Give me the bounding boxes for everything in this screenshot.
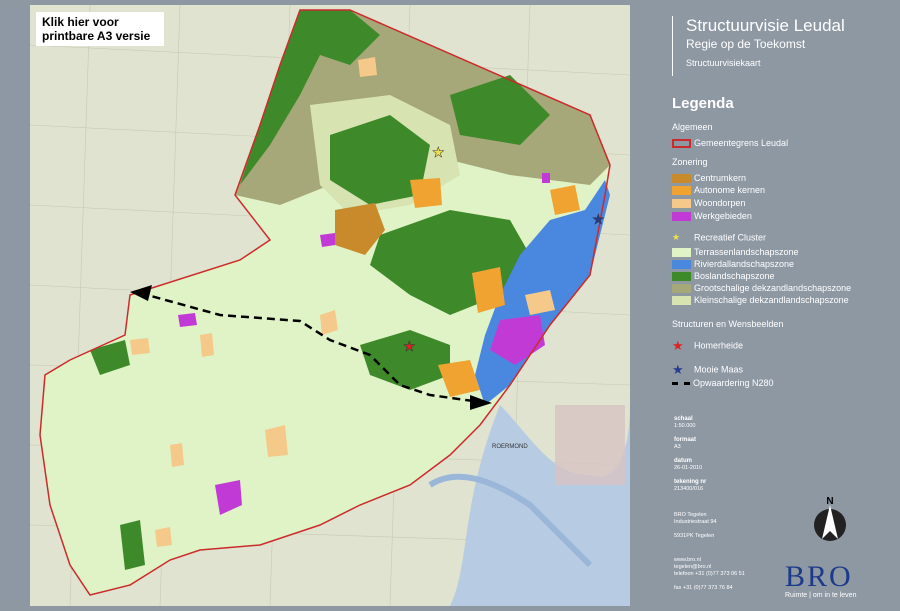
legend-label: Boslandschapszone (694, 271, 775, 281)
legend-label: Werkgebieden (694, 211, 752, 221)
legend-label: Woondorpen (694, 198, 746, 208)
legend-swatch (672, 260, 691, 270)
legend-label: Autonome kernen (694, 185, 766, 195)
woondorp-2 (200, 333, 214, 357)
legend-swatch (672, 296, 691, 306)
legend-swatch (672, 272, 691, 282)
print-a3-link[interactable]: Klik hier voor printbare A3 versie (36, 12, 164, 46)
legend-swatch (672, 212, 691, 222)
bro-logo[interactable]: BRO Ruimte | om in te leven (785, 560, 885, 608)
legend-label: Recreatief Cluster (694, 232, 767, 243)
legend-item: ★ Mooie Maas (672, 362, 744, 377)
legend-swatch (672, 199, 691, 209)
dashed-line-icon (672, 382, 690, 386)
legend-swatch (672, 139, 691, 149)
legend-section-zonering: Zonering (672, 157, 708, 167)
meta-value: A3 (674, 444, 681, 450)
meta-value: 26-01-2010 (674, 465, 703, 471)
werkgebied-3 (320, 233, 335, 247)
logo-text: BRO (785, 560, 853, 593)
legend-label: Rivierdallandschapszone (694, 259, 795, 269)
title-separator (672, 16, 673, 76)
autonome-kern-1 (410, 178, 442, 208)
legend-section-algemeen: Algemeen (672, 122, 713, 132)
roermond-label: ROERMOND (492, 444, 528, 450)
woondorp-3 (265, 425, 288, 457)
legend-label: Opwaardering N280 (693, 378, 774, 388)
recreatief-cluster-star: ★ (432, 144, 445, 160)
legend-section-structuren: Structuren en Wensbeelden (672, 319, 784, 329)
star-icon: ★ (672, 362, 684, 377)
star-icon: ★ (672, 232, 681, 242)
meta-value: 213400/016 (674, 486, 704, 492)
legend-item: ★ Homerheide (672, 338, 744, 353)
legend-item: Autonome kernen (672, 185, 765, 196)
legend-label: Terrassenlandschapszone (694, 247, 799, 257)
legend-item: Kleinschalige dekzandlandschapszone (672, 295, 849, 306)
legend-item: Terrassenlandschapszone (672, 247, 799, 258)
star-icon: ★ (672, 338, 684, 353)
map-type: Structuurvisiekaart (686, 58, 761, 68)
woondorp-8 (358, 57, 377, 77)
legend-label: Gemeentegrens Leudal (694, 138, 789, 148)
legend-item: Rivierdallandschapszone (672, 259, 794, 270)
contact-fax: fax +31 (0)77 373 76 84 (674, 585, 733, 591)
autonome-kern-4 (550, 185, 580, 215)
legend-item: Grootschalige dekzandlandschapszone (672, 283, 851, 294)
legend-label: Homerheide (694, 340, 744, 351)
address-name: BRO Tegelen (674, 512, 707, 518)
map-subtitle: Regie op de Toekomst (686, 37, 806, 51)
address-street: Industriestraat 94 (674, 519, 717, 525)
address-city: 5931PK Tegelen (674, 533, 715, 539)
legend-label: Centrumkern (694, 173, 747, 183)
meta-label: datum (674, 458, 692, 464)
contact-email-link[interactable]: tegelen@bro.nl (674, 564, 711, 570)
woondorp-5 (130, 338, 150, 355)
logo-tagline: Ruimte | om in te leven (785, 592, 857, 599)
north-arrow-icon: N (812, 495, 848, 545)
address-block: BRO Tegelen Industriestraat 94 5931PK Te… (674, 512, 717, 540)
woondorp-7 (155, 527, 172, 547)
map-area[interactable]: ROERMOND ★ ★ ★ (30, 5, 630, 606)
legend-swatch (672, 284, 691, 294)
meta-label: formaat (674, 437, 697, 443)
contact-web-link[interactable]: www.bro.nl (674, 557, 701, 563)
legend-swatch (672, 186, 691, 196)
legend-heading: Legenda (672, 95, 734, 112)
contact-phone: telefoon +31 (0)77 373 06 51 (674, 571, 745, 577)
werkgebied-4 (178, 313, 197, 327)
legend-item: Boslandschapszone (672, 271, 775, 282)
werkgebied-5 (542, 173, 550, 183)
legend-label: Mooie Maas (694, 364, 744, 375)
legend-item: Opwaardering N280 (672, 378, 774, 389)
legend-label: Grootschalige dekzandlandschapszone (694, 283, 852, 293)
homerheide-star: ★ (403, 338, 416, 354)
legend-item: Gemeentegrens Leudal (672, 138, 788, 149)
meta-block: schaal 1:50.000 formaat A3 datum 26-01-2… (674, 416, 706, 493)
map-title: Structuurvisie Leudal (686, 16, 845, 35)
legend-item: ★ Recreatief Cluster (672, 232, 766, 243)
contact-block: www.bro.nl tegelen@bro.nl telefoon +31 (… (674, 557, 745, 592)
legend-label: Kleinschalige dekzandlandschapszone (694, 295, 849, 305)
legend-swatch (672, 248, 691, 258)
legend-panel: Structuurvisie Leudal Regie op de Toekom… (636, 0, 900, 611)
meta-label: schaal (674, 416, 693, 422)
map-canvas: ROERMOND ★ ★ ★ (30, 5, 630, 606)
legend-item: Woondorpen (672, 198, 745, 209)
legend-swatch (672, 174, 691, 184)
mooie-maas-star: ★ (592, 211, 605, 227)
meta-label: tekening nr (674, 479, 707, 485)
woondorp-6 (170, 443, 184, 467)
legend-item: Werkgebieden (672, 211, 752, 222)
meta-value: 1:50.000 (674, 423, 696, 429)
legend-item: Centrumkern (672, 173, 746, 184)
roermond-urban (555, 405, 625, 485)
